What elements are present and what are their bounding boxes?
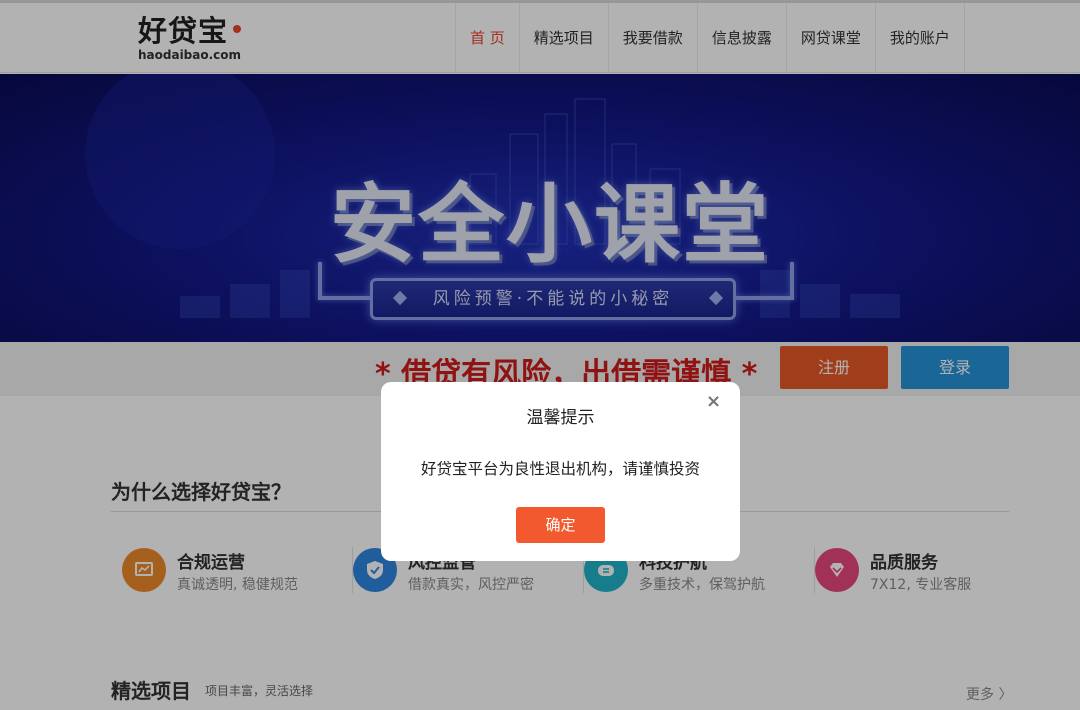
notice-dialog: 温馨提示 × 好贷宝平台为良性退出机构，请谨慎投资 确定 [381,382,740,561]
dialog-title: 温馨提示 [526,408,595,428]
close-icon[interactable]: × [706,393,721,411]
dialog-message: 好贷宝平台为良性退出机构，请谨慎投资 [420,460,700,478]
confirm-button[interactable]: 确定 [516,507,605,543]
modal-overlay[interactable] [0,0,1080,710]
